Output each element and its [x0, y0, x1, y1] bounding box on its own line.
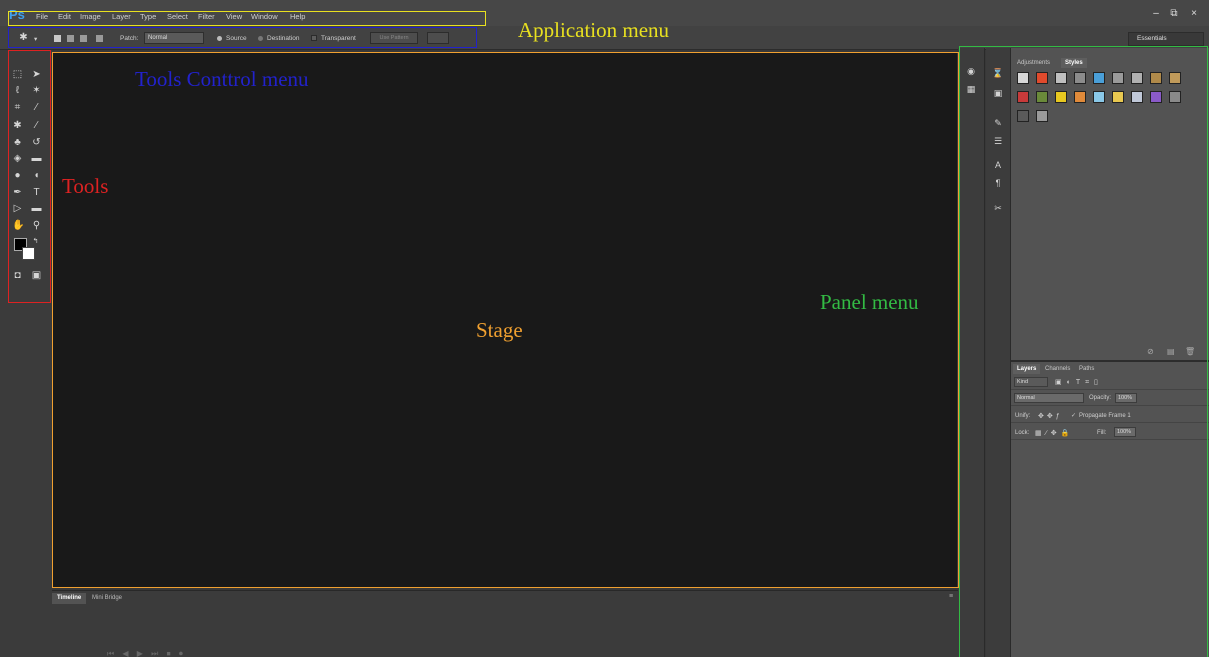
stage-label: Stage: [476, 318, 523, 342]
playback-controls[interactable]: ⏮ ◀ ▶ ⏭ ⏹ ⏺: [107, 649, 186, 657]
panel-menu-label: Panel menu: [820, 290, 919, 314]
application-menu-label: Application menu: [518, 18, 670, 42]
application-menu-highlight: [8, 11, 486, 26]
tools-highlight: [8, 50, 51, 303]
timeline-panel: Timeline Mini Bridge ≡ ⏮ ◀ ▶ ⏭ ⏹ ⏺: [52, 590, 958, 657]
tab-mini-bridge[interactable]: Mini Bridge: [87, 593, 127, 604]
close-button[interactable]: ×: [1188, 8, 1200, 20]
workspace-select[interactable]: Essentials: [1128, 32, 1204, 46]
panel-menu-highlight: [959, 46, 1208, 657]
minimize-button[interactable]: –: [1150, 8, 1162, 20]
tab-timeline[interactable]: Timeline: [52, 593, 87, 604]
panel-menu-icon[interactable]: ≡: [949, 593, 953, 600]
restore-button[interactable]: ⧉: [1168, 8, 1180, 20]
tools-control-menu-highlight: [8, 27, 477, 48]
